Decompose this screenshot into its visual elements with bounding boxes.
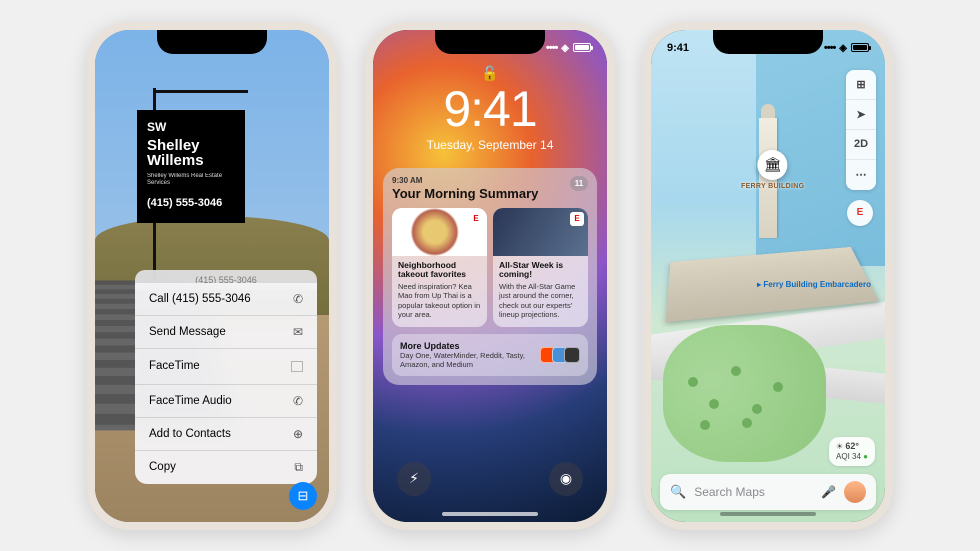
flashlight-icon: ⚡︎	[409, 470, 419, 487]
phone-live-text: SW Shelley Willems Shelley Willems Real …	[87, 22, 337, 530]
poi-label: FERRY BUILDING	[741, 183, 804, 190]
battery-icon	[573, 43, 591, 52]
contact-icon: ⊕	[293, 427, 303, 441]
phone-maps: 9:41 ⊞ ➤ 2D ⋯ E 🏛 FERRY BUILDING Ferry B…	[643, 22, 893, 530]
sign-name: Shelley Willems	[147, 138, 235, 170]
more-title: More Updates	[400, 341, 538, 351]
camera-icon: ◉	[560, 470, 572, 487]
summary-count-badge: 11	[570, 176, 588, 191]
more-updates-row[interactable]: More Updates Day One, WaterMinder, Reddi…	[392, 334, 588, 376]
menu-item-copy[interactable]: Copy⧉	[135, 451, 317, 484]
live-text-icon: ⊟	[298, 488, 309, 504]
notification-summary[interactable]: 9:30 AM Your Morning Summary 11 E Neighb…	[383, 168, 597, 385]
card-text: Need inspiration? Kea Mao from Up Thai i…	[398, 282, 481, 320]
sign-phone: (415) 555-3046	[147, 197, 235, 209]
real-estate-sign: SW Shelley Willems Shelley Willems Real …	[137, 110, 245, 224]
app-badge-icon: E	[469, 212, 483, 226]
summary-card[interactable]: E All-Star Week is coming! With the All-…	[493, 208, 588, 327]
profile-avatar[interactable]	[844, 481, 866, 503]
mic-icon[interactable]: 🎤	[821, 485, 836, 499]
card-title: All-Star Week is coming!	[499, 261, 582, 281]
more-button[interactable]: ⋯	[846, 160, 876, 190]
card-image: E	[493, 208, 588, 256]
search-icon: 🔍	[670, 484, 686, 500]
lock-date: Tuesday, September 14	[373, 138, 607, 152]
weather-temp: 62°	[845, 441, 859, 451]
flashlight-button[interactable]: ⚡︎	[397, 462, 431, 496]
map-poi-pin[interactable]: 🏛 FERRY BUILDING	[741, 150, 804, 190]
sun-icon: ☀	[836, 442, 843, 451]
copy-icon: ⧉	[294, 460, 303, 475]
transit-label[interactable]: Ferry Building Embarcadero	[757, 280, 871, 289]
menu-item-call[interactable]: Call (415) 555-3046✆	[135, 283, 317, 316]
wifi-icon	[839, 42, 847, 54]
card-text: With the All-Star Game just around the c…	[499, 282, 582, 320]
card-title: Neighborhood takeout favorites	[398, 261, 481, 281]
search-placeholder: Search Maps	[694, 485, 813, 499]
home-indicator[interactable]	[720, 512, 816, 516]
phone-lock-screen: 🔓 9:41 Tuesday, September 14 9:30 AM You…	[365, 22, 615, 530]
poi-icon: 🏛	[758, 150, 788, 180]
phone-icon: ✆	[293, 292, 303, 306]
live-text-button[interactable]: ⊟	[289, 482, 317, 510]
map-controls: ⊞ ➤ 2D ⋯	[846, 70, 876, 190]
notch	[713, 30, 823, 54]
weather-badge[interactable]: ☀ 62° AQI 34 ●	[829, 437, 875, 465]
menu-item-facetime[interactable]: FaceTime⃞	[135, 349, 317, 385]
home-indicator[interactable]	[442, 512, 538, 516]
menu-item-message[interactable]: Send Message✉	[135, 316, 317, 349]
battery-icon	[851, 43, 869, 52]
status-time: 9:41	[667, 42, 689, 54]
compass-button[interactable]: E	[847, 200, 873, 226]
context-menu: Call (415) 555-3046✆ Send Message✉ FaceT…	[135, 283, 317, 484]
more-text: Day One, WaterMinder, Reddit, Tasty, Ama…	[400, 351, 538, 369]
signal-icon	[824, 42, 835, 54]
signal-icon	[546, 42, 557, 54]
map-mode-button[interactable]: ⊞	[846, 70, 876, 100]
maps-search-bar[interactable]: 🔍 Search Maps 🎤	[660, 474, 876, 510]
notch	[157, 30, 267, 54]
weather-aqi: AQI 34	[836, 452, 861, 461]
notch	[435, 30, 545, 54]
summary-title: Your Morning Summary	[392, 186, 538, 201]
card-image: E	[392, 208, 487, 256]
sign-logo: SW	[147, 120, 235, 134]
summary-card[interactable]: E Neighborhood takeout favorites Need in…	[392, 208, 487, 327]
screen: 🔓 9:41 Tuesday, September 14 9:30 AM You…	[373, 30, 607, 522]
view-2d-button[interactable]: 2D	[846, 130, 876, 160]
wifi-icon	[561, 42, 569, 54]
summary-time: 9:30 AM	[392, 176, 538, 185]
lock-time: 9:41	[373, 80, 607, 138]
menu-item-facetime-audio[interactable]: FaceTime Audio✆	[135, 385, 317, 418]
locate-button[interactable]: ➤	[846, 100, 876, 130]
camera-button[interactable]: ◉	[549, 462, 583, 496]
screen: SW Shelley Willems Shelley Willems Real …	[95, 30, 329, 522]
more-app-icons	[544, 347, 580, 363]
app-badge-icon: E	[570, 212, 584, 226]
sign-subtitle: Shelley Willems Real Estate Services	[147, 173, 235, 187]
phone-icon: ✆	[293, 394, 303, 408]
menu-item-add-contacts[interactable]: Add to Contacts⊕	[135, 418, 317, 451]
screen: 9:41 ⊞ ➤ 2D ⋯ E 🏛 FERRY BUILDING Ferry B…	[651, 30, 885, 522]
message-icon: ✉	[293, 325, 303, 339]
